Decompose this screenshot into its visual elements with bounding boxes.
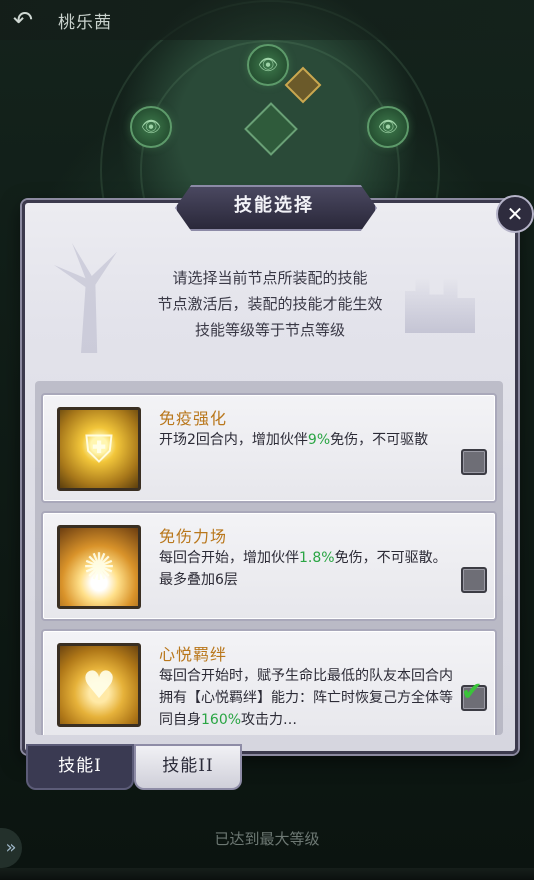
skill-name: 免伤力场 — [159, 527, 228, 546]
skill-checkbox[interactable] — [461, 449, 487, 475]
back-arrow-icon[interactable]: ↶ — [8, 6, 38, 34]
top-bar: ↶ 桃乐茜 — [0, 0, 534, 40]
skill-description: 开场2回合内，增加伙伴9%免伤，不可驱散 — [159, 432, 429, 448]
skill-name: 免疫强化 — [159, 409, 228, 428]
skill-card-force-field[interactable]: ✺ 免伤力场 每回合开始，增加伙伴1.8%免伤，不可驱散。最多叠加6层 — [41, 511, 497, 621]
shield-icon: ⛨ — [57, 407, 141, 491]
heart-hand-icon: ♥ — [57, 643, 141, 727]
tree-node-top: 👁 — [247, 44, 289, 86]
skill-select-dialog: 技能选择 ✕ 请选择当前节点所装配的技能 节点激活后，装配的技能才能生效 技能等… — [22, 185, 534, 754]
skill-checkbox-checked[interactable]: ✔ — [461, 677, 487, 711]
intro-text: 请选择当前节点所装配的技能 节点激活后，装配的技能才能生效 技能等级等于节点等级 — [25, 265, 515, 343]
tab-skill-2[interactable]: 技能II — [134, 744, 242, 790]
tab-skill-1[interactable]: 技能I — [26, 744, 134, 790]
intro-line: 请选择当前节点所装配的技能 — [172, 269, 368, 287]
dialog-title: 技能选择 — [234, 195, 314, 216]
intro-line: 节点激活后，装配的技能才能生效 — [157, 295, 383, 313]
tree-node-right: 👁 — [367, 106, 409, 148]
checkmark-icon: ✔ — [461, 677, 483, 707]
skill-checkbox[interactable] — [461, 567, 487, 593]
force-field-icon: ✺ — [57, 525, 141, 609]
tree-node-left: 👁 — [130, 106, 172, 148]
max-level-status: 已达到最大等级 — [214, 830, 320, 848]
bottom-edge — [0, 868, 534, 880]
skill-list: ⛨ 免疫强化 开场2回合内，增加伙伴9%免伤，不可驱散 ✺ 免伤力场 每回合开始… — [35, 381, 503, 735]
skill-description: 每回合开始，增加伙伴1.8%免伤，不可驱散。最多叠加6层 — [159, 550, 447, 588]
hero-name: 桃乐茜 — [58, 13, 112, 33]
skill-card-immunity[interactable]: ⛨ 免疫强化 开场2回合内，增加伙伴9%免伤，不可驱散 — [41, 393, 497, 503]
skill-card-heart-bond[interactable]: ♥ 心悦羁绊 每回合开始时，赋予生命比最低的队友本回合内拥有【心悦羁绊】能力：阵… — [41, 629, 497, 735]
skill-description: 每回合开始时，赋予生命比最低的队友本回合内拥有【心悦羁绊】能力：阵亡时恢复己方全… — [159, 668, 453, 728]
skill-name: 心悦羁绊 — [159, 645, 228, 664]
close-icon[interactable]: ✕ — [496, 195, 534, 233]
intro-line: 技能等级等于节点等级 — [194, 321, 345, 339]
